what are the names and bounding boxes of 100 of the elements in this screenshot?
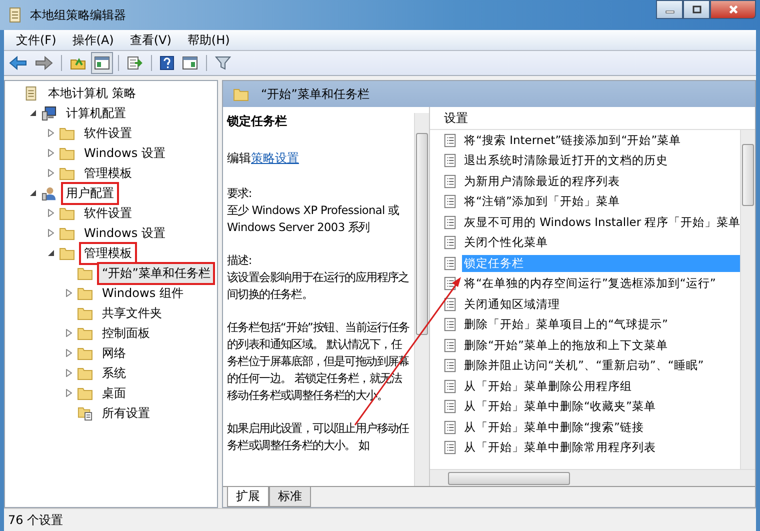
scroll-document-icon	[23, 86, 39, 100]
view-tab[interactable]: 标准	[269, 487, 311, 507]
menu-item[interactable]: 操作(A)	[64, 32, 122, 48]
minimize-button[interactable]	[656, 0, 683, 19]
setting-item[interactable]: 关闭通知区域清理	[462, 296, 562, 313]
tree-item[interactable]: 桌面	[97, 382, 131, 404]
collapsed-triangle-icon[interactable]	[66, 369, 72, 377]
policy-document-icon	[442, 378, 458, 394]
setting-item[interactable]: 删除并阻止访问“关机”、“重新启动”、“睡眠”	[462, 357, 706, 374]
tree-item[interactable]: Windows 设置	[79, 142, 170, 164]
horizontal-scrollbar[interactable]	[430, 469, 755, 486]
vertical-scrollbar[interactable]	[414, 113, 429, 486]
folder-icon	[77, 346, 93, 360]
folder-icon	[77, 386, 93, 400]
folder-icon	[59, 146, 75, 160]
collapsed-triangle-icon[interactable]	[66, 349, 72, 357]
description-paragraph: 如果启用此设置，可以阻止用户移动任务栏或调整任务栏的大小。 如	[227, 421, 410, 454]
folder-icon	[77, 366, 93, 380]
policy-document-icon	[442, 194, 458, 210]
tree-item[interactable]: 控制面板	[97, 322, 155, 344]
policy-settings-link[interactable]: 策略设置	[251, 151, 299, 165]
console-tree-icon[interactable]	[91, 52, 113, 74]
collapsed-triangle-icon[interactable]	[66, 289, 72, 297]
maximize-icon	[692, 4, 702, 14]
collapsed-triangle-icon[interactable]	[48, 229, 54, 237]
setting-item[interactable]: 从「开始」菜单中删除“收藏夹”菜单	[462, 398, 658, 416]
policy-document-icon	[442, 399, 458, 414]
collapsed-triangle-icon[interactable]	[66, 329, 72, 337]
policy-document-icon	[442, 256, 458, 271]
window-title: 本地组策略编辑器	[30, 6, 126, 24]
maximize-button[interactable]	[683, 0, 710, 19]
tree-item[interactable]: 管理模板	[79, 162, 137, 184]
tree-item[interactable]: 本地计算机 策略	[43, 82, 141, 104]
setting-item[interactable]: 从「开始」菜单删除公用程序组	[462, 378, 634, 395]
scroll-document-icon	[8, 7, 22, 23]
vertical-scrollbar[interactable]	[740, 130, 755, 469]
folder-icon	[59, 206, 75, 220]
policy-document-icon	[442, 235, 458, 250]
setting-item[interactable]: 删除“开始”菜单上的拖放和上下文菜单	[462, 336, 670, 354]
user-icon	[41, 186, 57, 200]
setting-item[interactable]: 关闭个性化菜单	[462, 234, 550, 252]
setting-title: 锁定任务栏	[227, 113, 288, 130]
tree-item[interactable]: 软件设置	[79, 202, 137, 224]
policy-document-icon	[442, 276, 458, 292]
setting-item[interactable]: 灰显不可用的 Windows Installer 程序「开始」菜单	[462, 214, 740, 231]
policy-document-icon	[442, 420, 458, 435]
folder-icon	[59, 166, 75, 180]
folder-icon	[77, 266, 93, 280]
setting-item[interactable]: 删除「开始」菜单项目上的“气球提示”	[462, 316, 670, 334]
edit-label: 编辑	[227, 151, 251, 165]
tree-item[interactable]: 计算机配置	[61, 102, 131, 124]
description-paragraph: 描述: 该设置会影响用于在运行的应用程序之间切换的任务栏。	[227, 253, 410, 303]
collapsed-triangle-icon[interactable]	[48, 209, 54, 217]
collapsed-triangle-icon[interactable]	[66, 389, 72, 397]
tree-item[interactable]: Windows 组件	[97, 282, 188, 304]
tree-item[interactable]: 用户配置	[61, 182, 119, 204]
folder-document-icon	[77, 406, 93, 420]
status-text: 76 个设置	[8, 512, 64, 528]
column-header[interactable]: 设置	[430, 107, 755, 130]
pane-title: “开始”菜单和任务栏	[261, 86, 370, 102]
view-tab[interactable]: 扩展	[227, 487, 269, 507]
expanded-triangle-icon[interactable]	[30, 190, 36, 196]
expanded-triangle-icon[interactable]	[48, 250, 54, 256]
policy-document-icon	[442, 338, 458, 353]
setting-item[interactable]: 将“注销”添加到「开始」菜单	[462, 193, 622, 210]
tree-item[interactable]: 所有设置	[97, 402, 155, 424]
tree-item[interactable]: Windows 设置	[79, 222, 170, 244]
folder-icon	[77, 326, 93, 340]
setting-item[interactable]: 从「开始」菜单中删除常用程序列表	[462, 439, 658, 456]
folder-icon	[59, 246, 75, 260]
menu-item[interactable]: 查看(V)	[122, 32, 180, 48]
tree-item[interactable]: 共享文件夹	[97, 302, 167, 324]
policy-document-icon	[442, 214, 458, 230]
setting-item[interactable]: 从「开始」菜单中删除“搜索”链接	[462, 418, 646, 436]
policy-document-icon	[442, 132, 458, 148]
folder-icon	[77, 306, 93, 320]
policy-document-icon	[442, 317, 458, 332]
close-icon	[728, 4, 738, 15]
policy-document-icon	[442, 296, 458, 312]
setting-item[interactable]: 将“在单独的内存空间运行”复选框添加到“运行”	[462, 275, 718, 292]
collapsed-triangle-icon[interactable]	[48, 169, 54, 177]
close-button[interactable]	[710, 0, 756, 19]
tree-item[interactable]: 网络	[97, 342, 131, 364]
folder-icon	[233, 86, 249, 102]
description-paragraph: 要求: 至少 Windows XP Professional 或 Windows Server 2003 系列	[227, 186, 400, 236]
menu-item[interactable]: 帮助(H)	[179, 32, 238, 48]
computer-icon	[41, 106, 57, 120]
folder-icon	[59, 126, 75, 140]
menu-item[interactable]: 文件(F)	[8, 32, 64, 48]
setting-item[interactable]: 将“搜索 Internet”链接添加到“开始”菜单	[462, 132, 684, 149]
collapsed-triangle-icon[interactable]	[48, 129, 54, 137]
collapsed-triangle-icon[interactable]	[48, 149, 54, 157]
setting-item[interactable]: 为新用户清除最近的程序列表	[462, 172, 622, 190]
tree-item[interactable]: 系统	[97, 362, 131, 384]
setting-item[interactable]: 退出系统时清除最近打开的文档的历史	[462, 152, 670, 170]
folder-icon	[59, 226, 75, 240]
tree-item[interactable]: “开始”菜单和任务栏	[97, 262, 216, 284]
tree-item[interactable]: 软件设置	[79, 122, 137, 144]
policy-document-icon	[442, 358, 458, 374]
expanded-triangle-icon[interactable]	[30, 110, 36, 116]
